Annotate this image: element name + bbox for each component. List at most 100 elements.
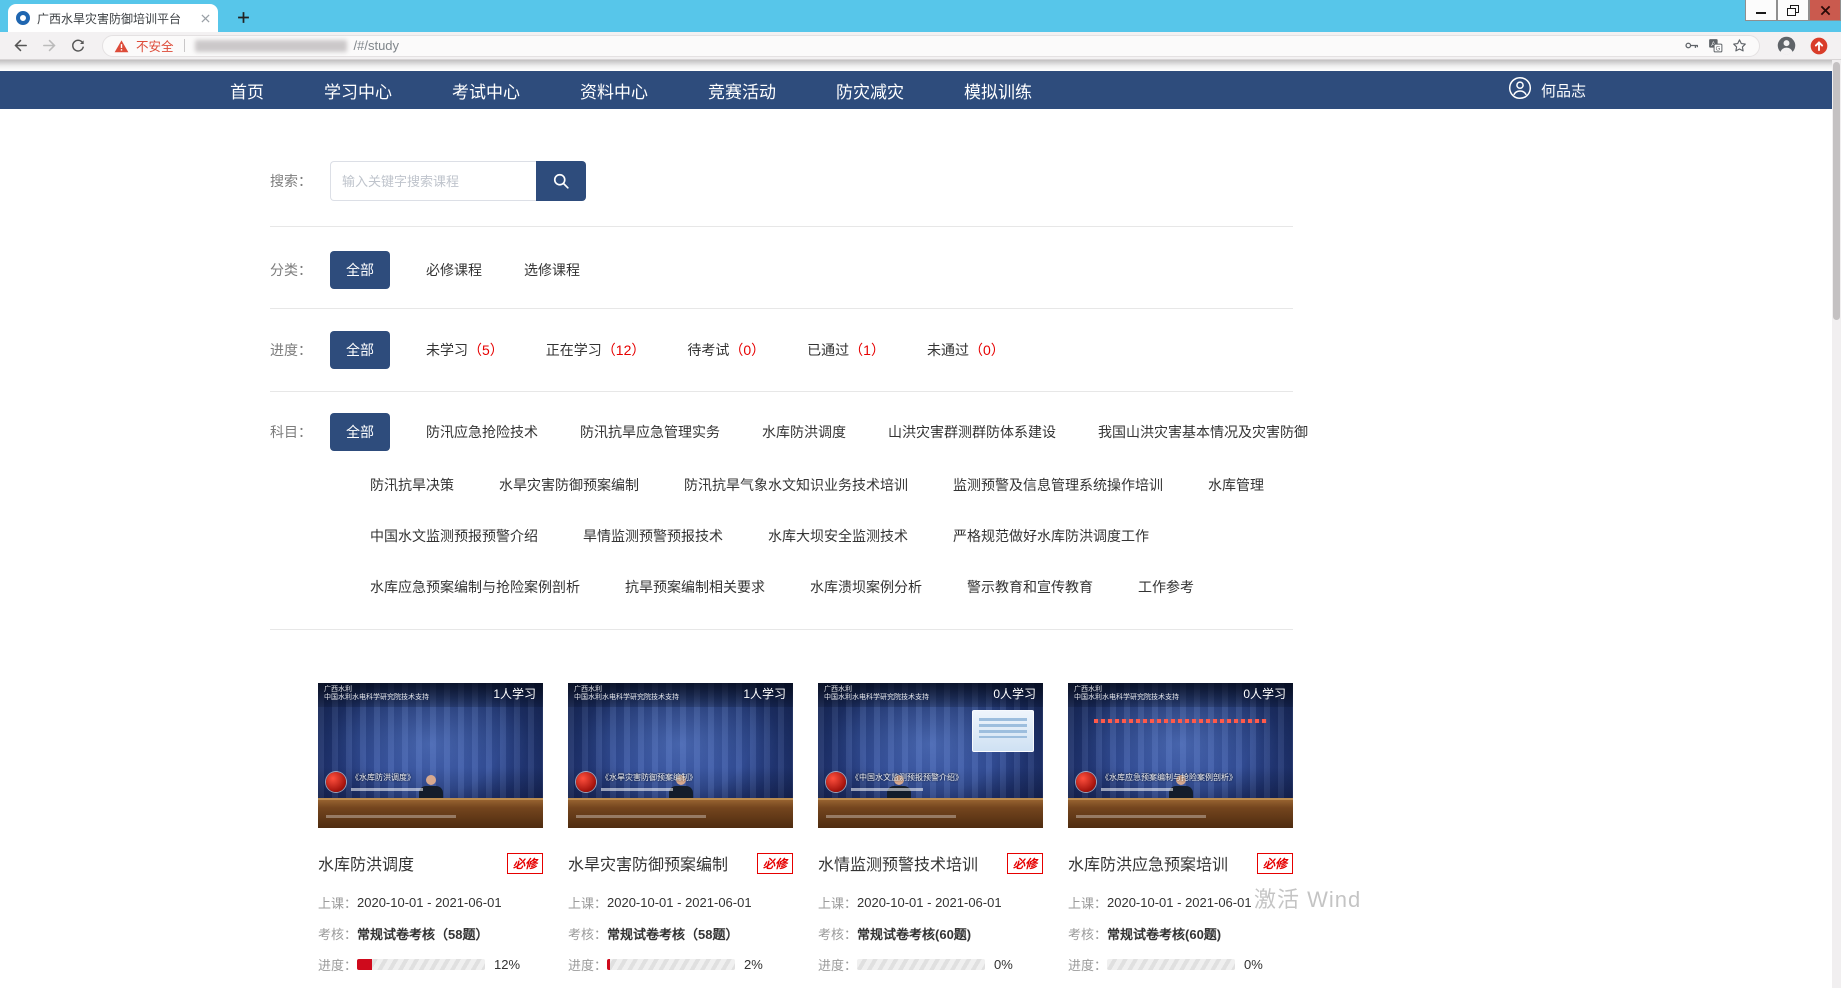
course-schedule: 上课：2020-10-01 - 2021-06-01 (568, 892, 793, 912)
bookmark-star-icon[interactable] (1731, 37, 1748, 54)
caption-bar (851, 788, 923, 791)
subject-option[interactable]: 抗旱预案编制相关要求 (625, 577, 765, 597)
studio-credit-line2: 中国水利水电科学研究院技术支持 (824, 694, 929, 702)
nav-item[interactable]: 考试中心 (452, 78, 520, 103)
course-card[interactable]: 广西水利中国水利水电科学研究院技术支持0人学习《中国水文监测预报预警介绍》水情监… (818, 683, 1043, 974)
course-thumbnail[interactable]: 广西水利中国水利水电科学研究院技术支持1人学习《水旱灾害防御预案编制》 (568, 683, 793, 828)
key-icon[interactable] (1683, 37, 1700, 54)
progress-option-label: 未通过 (927, 342, 969, 358)
browser-titlebar: 广西水旱灾害防御培训平台 (0, 0, 1841, 32)
subject-option[interactable]: 监测预警及信息管理系统操作培训 (953, 475, 1163, 495)
subject-option[interactable]: 我国山洪灾害基本情况及灾害防御 (1098, 422, 1308, 442)
browser-update-icon[interactable] (1809, 36, 1829, 56)
subject-option[interactable]: 水库管理 (1208, 475, 1264, 495)
progress-bar-fill (607, 959, 610, 970)
subject-option[interactable]: 警示教育和宣传教育 (967, 577, 1093, 597)
subject-option[interactable]: 水库大坝安全监测技术 (768, 526, 908, 546)
course-title-row: 水旱灾害防御预案编制必修 (568, 852, 793, 874)
translate-icon[interactable]: AG (1707, 37, 1724, 54)
scrollbar-thumb[interactable] (1833, 62, 1840, 320)
category-option[interactable]: 必修课程 (426, 260, 482, 280)
subject-option[interactable]: 中国水文监测预报预警介绍 (370, 526, 538, 546)
subject-option[interactable]: 严格规范做好水库防洪调度工作 (953, 526, 1149, 546)
subject-option[interactable]: 防汛抗旱决策 (370, 475, 454, 495)
course-title[interactable]: 水库防洪应急预案培训 (1068, 851, 1228, 875)
divider (270, 629, 1293, 630)
subject-option[interactable]: 旱情监测预警预报技术 (583, 526, 723, 546)
nav-item[interactable]: 竞赛活动 (708, 78, 776, 103)
course-title[interactable]: 水库防洪调度 (318, 851, 414, 875)
course-card-list: 广西水利中国水利水电科学研究院技术支持1人学习《水库防洪调度》水库防洪调度必修上… (318, 683, 1293, 974)
progress-all-button[interactable]: 全部 (330, 331, 390, 369)
subject-option[interactable]: 水旱灾害防御预案编制 (499, 475, 639, 495)
studio-credit: 广西水利中国水利水电科学研究院技术支持 (824, 686, 929, 702)
course-card[interactable]: 广西水利中国水利水电科学研究院技术支持1人学习《水旱灾害防御预案编制》水旱灾害防… (568, 683, 793, 974)
subject-all-button[interactable]: 全部 (330, 413, 390, 451)
caption-bar (601, 788, 673, 791)
exam-value: 常规试卷考核（58题） (357, 924, 488, 943)
browser-tab[interactable]: 广西水旱灾害防御培训平台 (8, 4, 218, 32)
window-minimize-button[interactable] (1745, 0, 1777, 21)
search-button[interactable] (536, 161, 586, 201)
nav-item[interactable]: 学习中心 (324, 78, 392, 103)
subject-option[interactable]: 水库防洪调度 (762, 422, 846, 442)
caption-bar (576, 815, 706, 818)
browser-profile-avatar[interactable] (1776, 35, 1797, 56)
course-thumbnail[interactable]: 广西水利中国水利水电科学研究院技术支持1人学习《水库防洪调度》 (318, 683, 543, 828)
nav-item[interactable]: 模拟训练 (964, 78, 1032, 103)
caption-bar (1101, 788, 1173, 791)
reload-icon[interactable] (70, 38, 86, 54)
studio-credit-line2: 中国水利水电科学研究院技术支持 (324, 694, 429, 702)
course-progress-row: 进度：2% (568, 954, 793, 974)
progress-option[interactable]: 正在学习（12） (546, 340, 646, 360)
subject-option[interactable]: 水库溃坝案例分析 (810, 577, 922, 597)
back-icon[interactable] (12, 37, 29, 54)
course-title-row: 水库防洪应急预案培训必修 (1068, 852, 1293, 874)
schedule-value: 2020-10-01 - 2021-06-01 (357, 895, 502, 910)
progress-option[interactable]: 已通过（1） (807, 340, 885, 360)
forward-icon[interactable] (41, 37, 58, 54)
subject-option[interactable]: 防汛应急抢险技术 (426, 422, 538, 442)
progress-filter-row: 进度： 全部 未学习（5）正在学习（12）待考试（0）已通过（1）未通过（0） (270, 331, 1293, 369)
nav-item[interactable]: 首页 (230, 78, 264, 103)
course-title[interactable]: 水情监测预警技术培训 (818, 851, 978, 875)
progress-option[interactable]: 未通过（0） (927, 340, 1005, 360)
user-menu[interactable]: 何品志 (1508, 71, 1586, 109)
tab-close-icon[interactable] (201, 14, 210, 23)
subject-option[interactable]: 防汛抗旱应急管理实务 (580, 422, 720, 442)
lecture-title-overlay: 《水库防洪调度》 (351, 772, 415, 783)
progress-option[interactable]: 待考试（0） (687, 340, 765, 360)
address-bar[interactable]: 不安全 /#/study AG (102, 35, 1760, 57)
schedule-label: 上课： (318, 893, 357, 912)
category-option[interactable]: 选修课程 (524, 260, 580, 280)
category-all-button[interactable]: 全部 (330, 251, 390, 289)
course-exam: 考核：常规试卷考核(60题) (1068, 923, 1293, 943)
subject-option[interactable]: 防汛抗旱气象水文知识业务技术培训 (684, 475, 908, 495)
windows-activation-watermark: 激活 Wind (1254, 882, 1361, 914)
svg-text:G: G (1716, 46, 1721, 52)
new-tab-button[interactable] (230, 7, 256, 27)
subject-option[interactable]: 山洪灾害群测群防体系建设 (888, 422, 1056, 442)
course-thumbnail[interactable]: 广西水利中国水利水电科学研究院技术支持0人学习《中国水文监测预报预警介绍》 (818, 683, 1043, 828)
nav-item[interactable]: 防灾减灾 (836, 78, 904, 103)
course-card[interactable]: 广西水利中国水利水电科学研究院技术支持0人学习《水库应急预案编制与抢险案例剖析》… (1068, 683, 1293, 974)
subject-option[interactable]: 水库应急预案编制与抢险案例剖析 (370, 577, 580, 597)
progress-bar (357, 959, 485, 970)
progress-row-label: 进度： (318, 955, 357, 974)
page-scrollbar[interactable] (1832, 60, 1841, 988)
subject-label: 科目： (270, 422, 330, 442)
course-card[interactable]: 广西水利中国水利水电科学研究院技术支持1人学习《水库防洪调度》水库防洪调度必修上… (318, 683, 543, 974)
nav-item[interactable]: 资料中心 (580, 78, 648, 103)
progress-option[interactable]: 未学习（5） (426, 340, 504, 360)
course-thumbnail[interactable]: 广西水利中国水利水电科学研究院技术支持0人学习《水库应急预案编制与抢险案例剖析》 (1068, 683, 1293, 828)
security-warning-label[interactable]: 不安全 (136, 36, 174, 55)
course-schedule: 上课：2020-10-01 - 2021-06-01 (318, 892, 543, 912)
schedule-value: 2020-10-01 - 2021-06-01 (857, 895, 1002, 910)
course-title[interactable]: 水旱灾害防御预案编制 (568, 851, 728, 875)
subject-option[interactable]: 工作参考 (1138, 577, 1194, 597)
search-input[interactable] (330, 161, 536, 201)
window-close-button[interactable] (1809, 0, 1841, 21)
screen: 广西水旱灾害防御培训平台 (0, 0, 1841, 988)
window-restore-button[interactable] (1777, 0, 1809, 21)
window-controls (1745, 0, 1841, 21)
